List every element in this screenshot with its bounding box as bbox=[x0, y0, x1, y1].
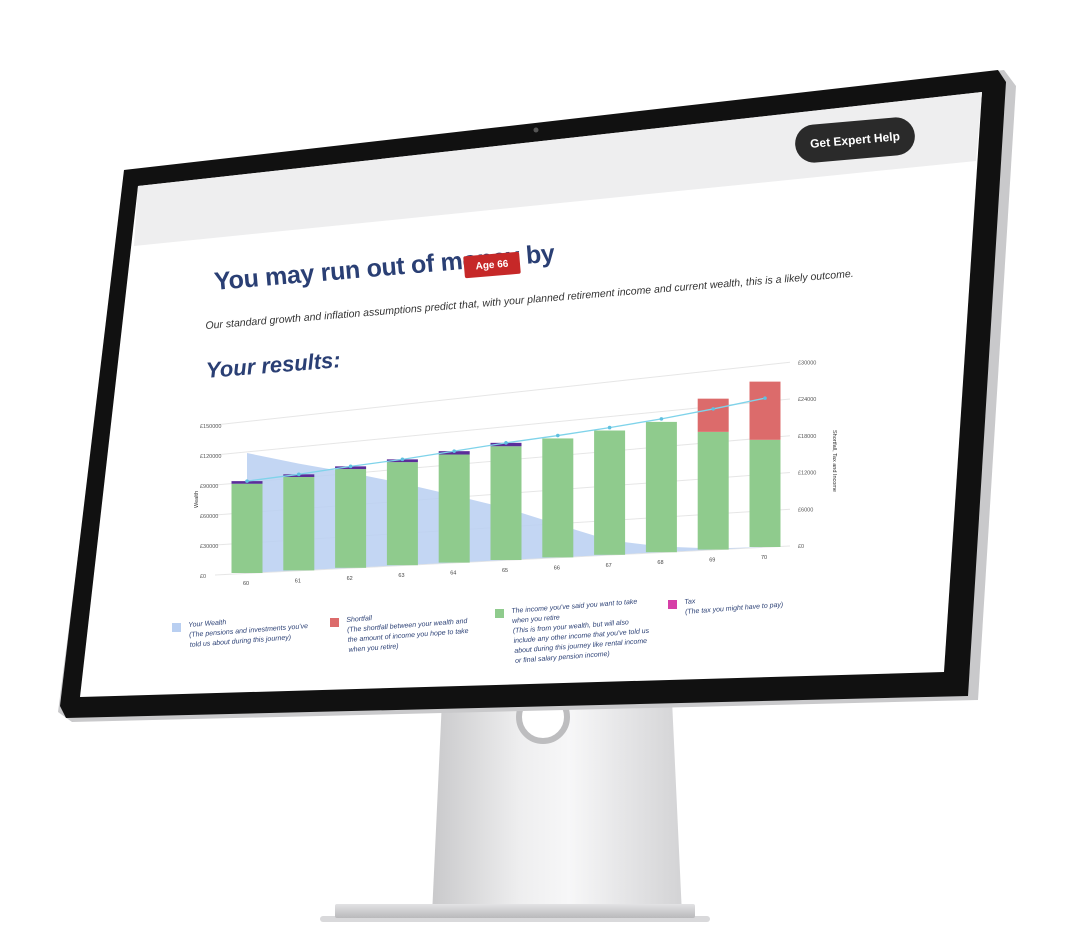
income-bar bbox=[697, 431, 729, 550]
trend-point bbox=[452, 449, 457, 453]
legend-desc-income: (This is from your wealth, but will also… bbox=[512, 619, 650, 665]
income-bar bbox=[490, 446, 522, 560]
x-axis-tick: 66 bbox=[554, 565, 560, 571]
x-axis-tick: 64 bbox=[450, 571, 456, 577]
left-axis-tick: £90000 bbox=[200, 484, 218, 490]
right-axis-tick: £24000 bbox=[798, 397, 816, 403]
results-chart: £0 £30000 £60000 £90000 £120000 £150000 £0 £600… bbox=[194, 360, 837, 587]
screen: Get Expert Help You may run out of money… bbox=[0, 0, 1081, 940]
trend-point bbox=[245, 479, 249, 483]
trend-point bbox=[607, 425, 612, 430]
income-bar bbox=[386, 462, 418, 566]
right-axis-tick: £6000 bbox=[798, 507, 813, 513]
income-bar bbox=[749, 439, 781, 547]
legend-title-wealth: Your Wealth bbox=[188, 619, 227, 629]
trend-point bbox=[348, 464, 353, 469]
shortfall-bar bbox=[749, 381, 781, 440]
trend-point bbox=[711, 407, 715, 411]
x-axis-tick: 68 bbox=[657, 560, 663, 566]
trend-point bbox=[297, 472, 301, 477]
income-bar bbox=[645, 421, 677, 553]
right-axis-title: Shortfall, Tax and Income bbox=[831, 430, 837, 492]
legend-swatch-shortfall bbox=[330, 618, 339, 627]
shortfall-bar bbox=[697, 398, 729, 432]
right-axis-tick: £30000 bbox=[798, 360, 816, 366]
left-axis-tick: £120000 bbox=[200, 454, 221, 460]
income-bar bbox=[231, 483, 263, 573]
income-bar bbox=[594, 430, 626, 555]
legend-swatch-wealth bbox=[172, 623, 181, 632]
legend-title-shortfall: Shortfall bbox=[346, 615, 373, 624]
trend-point bbox=[556, 433, 560, 438]
x-axis-tick: 61 bbox=[295, 578, 301, 584]
legend-title-tax: Tax bbox=[684, 598, 696, 606]
trend-point bbox=[400, 457, 405, 462]
legend-swatch-tax bbox=[668, 600, 677, 609]
right-axis-tick: £18000 bbox=[798, 434, 816, 440]
trend-point bbox=[763, 396, 767, 400]
legend-swatch-income bbox=[495, 609, 504, 618]
income-bar bbox=[283, 476, 315, 571]
left-axis-tick: £150000 bbox=[200, 424, 221, 430]
income-bar bbox=[438, 454, 470, 563]
x-axis-tick: 60 bbox=[243, 581, 249, 587]
trend-point bbox=[659, 417, 664, 421]
legend-item-income: The income you've said you want to take … bbox=[511, 597, 655, 667]
trend-point bbox=[504, 441, 508, 445]
left-axis-title: Wealth bbox=[194, 491, 200, 508]
x-axis-tick: 69 bbox=[709, 558, 715, 564]
x-axis-tick: 65 bbox=[502, 568, 508, 574]
left-axis-tick: £30000 bbox=[200, 544, 218, 550]
income-bar bbox=[542, 438, 574, 558]
x-axis-tick: 70 bbox=[761, 555, 767, 561]
x-axis-tick: 63 bbox=[398, 573, 404, 579]
right-axis-tick: £12000 bbox=[798, 471, 816, 477]
income-bar bbox=[335, 469, 367, 568]
x-axis-tick: 67 bbox=[606, 563, 612, 569]
left-axis-tick: £60000 bbox=[200, 514, 218, 520]
left-axis-tick: £0 bbox=[200, 574, 206, 580]
x-axis-tick: 62 bbox=[347, 576, 353, 582]
right-axis-tick: £0 bbox=[798, 544, 804, 550]
chart-bars bbox=[231, 381, 781, 573]
